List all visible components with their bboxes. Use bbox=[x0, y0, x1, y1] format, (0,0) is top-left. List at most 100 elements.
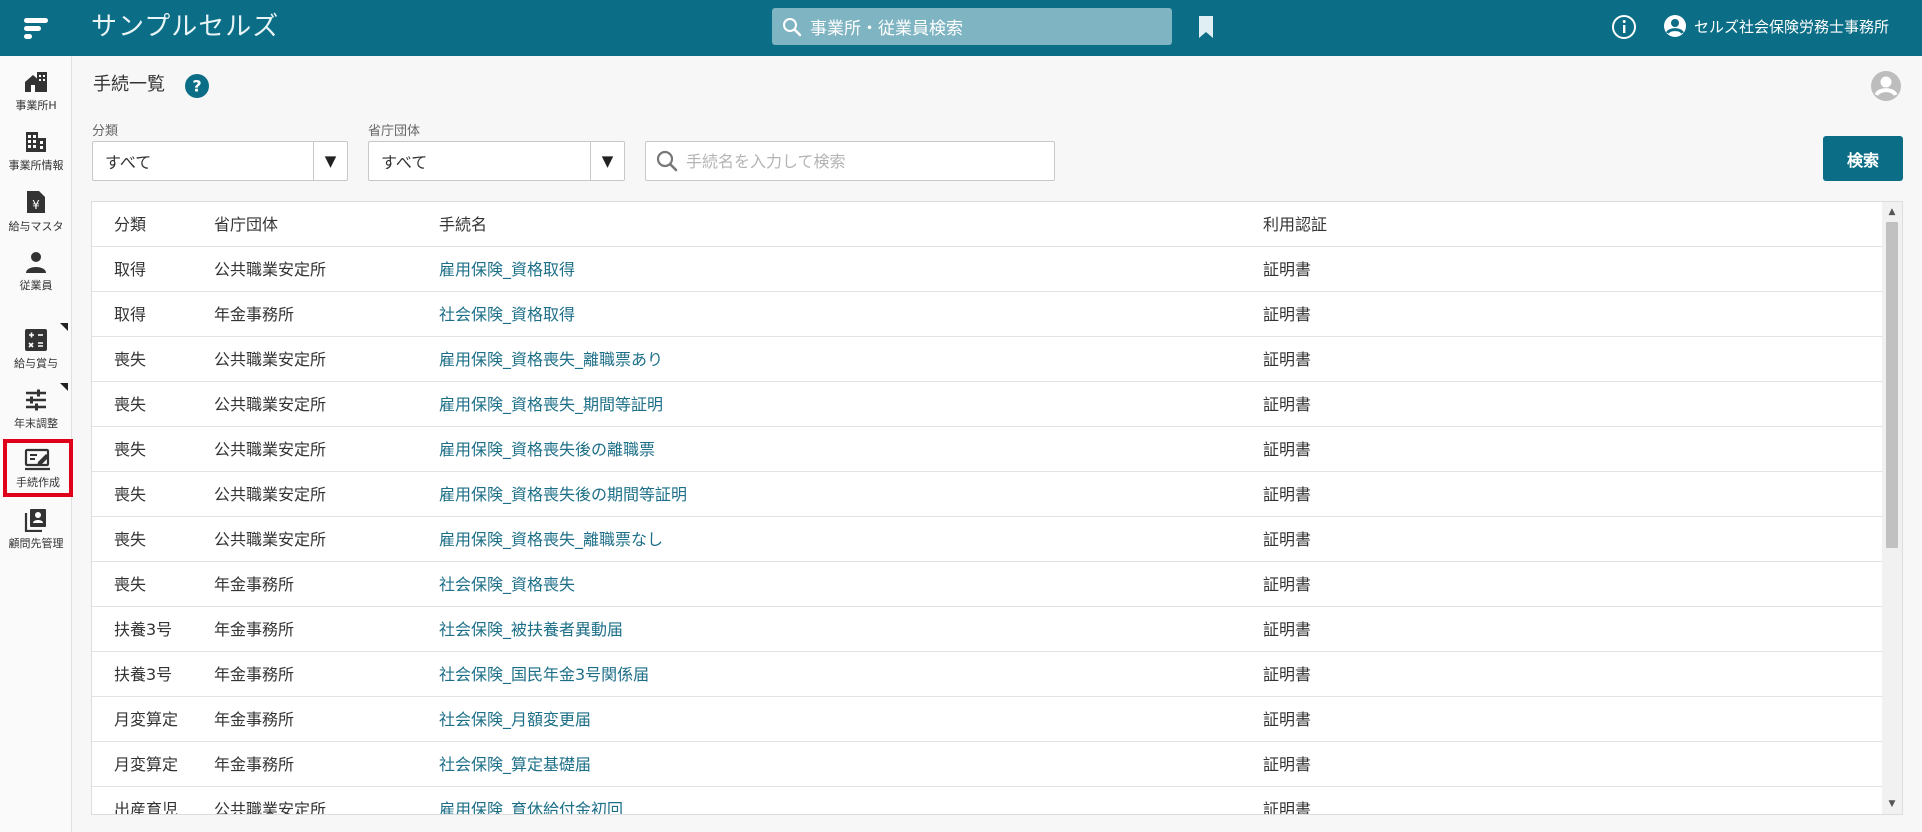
submenu-indicator bbox=[60, 383, 68, 391]
cell-agency: 公共職業安定所 bbox=[214, 350, 327, 369]
user-menu[interactable]: セルズ社会保険労務士事務所 bbox=[1663, 14, 1889, 38]
category-select[interactable]: すべて ▼ bbox=[92, 141, 348, 181]
table-row[interactable]: 喪失 公共職業安定所 雇用保険_資格喪失_期間等証明 証明書 bbox=[92, 382, 1882, 427]
table-row[interactable]: 喪失 年金事務所 社会保険_資格喪失 証明書 bbox=[92, 562, 1882, 607]
sidebar-item-office-home[interactable]: 事業所H bbox=[0, 62, 72, 120]
sliders-icon bbox=[26, 389, 46, 410]
cell-authentication: 証明書 bbox=[1263, 620, 1312, 639]
procedure-link[interactable]: 雇用保険_資格喪失_離職票なし bbox=[439, 530, 663, 550]
cell-authentication: 証明書 bbox=[1263, 440, 1312, 459]
bookmark-icon[interactable] bbox=[1196, 14, 1216, 44]
dropdown-arrow-icon[interactable]: ▼ bbox=[590, 142, 624, 180]
cell-category: 喪失 bbox=[114, 485, 147, 504]
table-row[interactable]: 月変算定 年金事務所 社会保険_算定基礎届 証明書 bbox=[92, 742, 1882, 787]
cell-agency: 公共職業安定所 bbox=[214, 800, 327, 815]
sidebar-item-office-info[interactable]: 事業所情報 bbox=[0, 122, 72, 180]
cell-authentication: 証明書 bbox=[1263, 575, 1312, 594]
cell-category: 喪失 bbox=[114, 350, 147, 369]
table-scrollbar[interactable]: ▲ ▼ bbox=[1882, 202, 1902, 814]
agency-filter-label: 省庁団体 bbox=[368, 124, 421, 139]
sidebar-item-payroll-master[interactable]: ¥ 給与マスタ bbox=[0, 182, 72, 240]
dropdown-arrow-icon[interactable]: ▼ bbox=[313, 142, 347, 180]
procedure-link[interactable]: 社会保険_被扶養者異動届 bbox=[439, 620, 623, 640]
cell-agency: 年金事務所 bbox=[214, 710, 295, 729]
global-search-input[interactable]: 事業所・従業員検索 bbox=[772, 8, 1172, 45]
sidebar-item-employees[interactable]: 従業員 bbox=[0, 242, 72, 300]
procedure-table: 分類 省庁団体 手続名 利用認証 取得 公共職業安定所 雇用保険_資格取得 証明書 取得… bbox=[91, 201, 1903, 815]
procedure-link[interactable]: 雇用保険_資格取得 bbox=[439, 260, 575, 280]
sidebar-item-label: 従業員 bbox=[19, 278, 53, 292]
cell-authentication: 証明書 bbox=[1263, 710, 1312, 729]
table-row[interactable]: 取得 公共職業安定所 雇用保険_資格取得 証明書 bbox=[92, 247, 1882, 292]
cell-agency: 年金事務所 bbox=[214, 620, 295, 639]
office-name: セルズ社会保険労務士事務所 bbox=[1694, 17, 1890, 36]
agency-select-value: すべて bbox=[381, 153, 428, 172]
cell-authentication: 証明書 bbox=[1263, 485, 1312, 504]
table-row[interactable]: 月変算定 年金事務所 社会保険_月額変更届 証明書 bbox=[92, 697, 1882, 742]
procedure-link[interactable]: 雇用保険_資格喪失_期間等証明 bbox=[439, 395, 663, 415]
procedure-link[interactable]: 雇用保険_育休給付金初回 bbox=[439, 800, 623, 814]
cell-category: 扶養3号 bbox=[114, 620, 173, 639]
sidebar-item-label: 給与賞与 bbox=[14, 356, 58, 370]
cell-category: 喪失 bbox=[114, 530, 147, 549]
table-row[interactable]: 取得 年金事務所 社会保険_資格取得 証明書 bbox=[92, 292, 1882, 337]
help-icon[interactable]: ? bbox=[185, 74, 209, 102]
scrollbar-thumb[interactable] bbox=[1886, 222, 1898, 548]
procedure-link[interactable]: 雇用保険_資格喪失後の期間等証明 bbox=[439, 485, 687, 505]
procedure-link[interactable]: 社会保険_算定基礎届 bbox=[439, 755, 591, 775]
procedure-link[interactable]: 社会保険_月額変更届 bbox=[439, 710, 591, 730]
sidebar-item-label: 手続作成 bbox=[16, 475, 60, 489]
edit-form-icon bbox=[24, 448, 50, 470]
sidebar-item-payroll-bonus[interactable]: 給与賞与 bbox=[0, 320, 72, 378]
table-row[interactable]: 喪失 公共職業安定所 雇用保険_資格喪失後の期間等証明 証明書 bbox=[92, 472, 1882, 517]
search-button[interactable]: 検索 bbox=[1823, 136, 1903, 181]
payroll-doc-icon: ¥ bbox=[27, 190, 45, 213]
cell-category: 出産育児 bbox=[114, 800, 179, 815]
search-icon bbox=[656, 150, 678, 172]
cell-authentication: 証明書 bbox=[1263, 665, 1312, 684]
table-row[interactable]: 喪失 公共職業安定所 雇用保険_資格喪失_離職票あり 証明書 bbox=[92, 337, 1882, 382]
procedure-link[interactable]: 雇用保険_資格喪失_離職票あり bbox=[439, 350, 663, 370]
scroll-down-arrow-icon[interactable]: ▼ bbox=[1882, 796, 1902, 812]
app-logo[interactable] bbox=[0, 0, 72, 56]
cell-authentication: 証明書 bbox=[1263, 530, 1312, 549]
sidebar-item-procedure-create[interactable]: 手続作成 bbox=[3, 439, 73, 497]
cell-agency: 公共職業安定所 bbox=[214, 440, 327, 459]
procedure-search-field[interactable] bbox=[645, 141, 1055, 181]
cell-authentication: 証明書 bbox=[1263, 755, 1312, 774]
cell-agency: 年金事務所 bbox=[214, 755, 295, 774]
table-row[interactable]: 出産育児 公共職業安定所 雇用保険_育休給付金初回 証明書 bbox=[92, 787, 1882, 815]
logo-icon bbox=[24, 18, 48, 39]
sidebar-item-year-end[interactable]: 年末調整 bbox=[0, 380, 72, 438]
column-header-procedure-name[interactable]: 手続名 bbox=[439, 215, 487, 235]
cell-authentication: 証明書 bbox=[1263, 305, 1312, 324]
procedure-search-input[interactable] bbox=[686, 151, 1046, 171]
avatar[interactable] bbox=[1870, 70, 1902, 106]
sidebar-item-client-management[interactable]: 顧問先管理 bbox=[0, 500, 72, 558]
column-header-agency[interactable]: 省庁団体 bbox=[214, 215, 278, 235]
column-header-authentication[interactable]: 利用認証 bbox=[1263, 215, 1327, 235]
cell-agency: 年金事務所 bbox=[214, 665, 295, 684]
building-icon bbox=[26, 131, 46, 152]
cell-agency: 公共職業安定所 bbox=[214, 260, 327, 279]
procedure-link[interactable]: 雇用保険_資格喪失後の離職票 bbox=[439, 440, 655, 460]
table-row[interactable]: 扶養3号 年金事務所 社会保険_被扶養者異動届 証明書 bbox=[92, 607, 1882, 652]
table-row[interactable]: 喪失 公共職業安定所 雇用保険_資格喪失_離職票なし 証明書 bbox=[92, 517, 1882, 562]
cell-agency: 年金事務所 bbox=[214, 575, 295, 594]
sidebar-item-label: 年末調整 bbox=[14, 416, 58, 430]
cell-agency: 公共職業安定所 bbox=[214, 395, 327, 414]
top-bar: サンプルセルズ 事業所・従業員検索 セルズ社会保険労務士事務所 bbox=[0, 0, 1922, 56]
agency-select[interactable]: すべて ▼ bbox=[368, 141, 625, 181]
svg-text:?: ? bbox=[192, 77, 201, 96]
procedure-link[interactable]: 社会保険_資格取得 bbox=[439, 305, 575, 325]
table-row[interactable]: 喪失 公共職業安定所 雇用保険_資格喪失後の離職票 証明書 bbox=[92, 427, 1882, 472]
table-header-row: 分類 省庁団体 手続名 利用認証 bbox=[92, 202, 1882, 247]
person-icon bbox=[26, 251, 46, 273]
table-row[interactable]: 扶養3号 年金事務所 社会保険_国民年金3号関係届 証明書 bbox=[92, 652, 1882, 697]
procedure-link[interactable]: 社会保険_資格喪失 bbox=[439, 575, 575, 595]
procedure-link[interactable]: 社会保険_国民年金3号関係届 bbox=[439, 665, 649, 685]
contacts-icon bbox=[24, 508, 46, 532]
info-icon[interactable] bbox=[1611, 14, 1637, 44]
column-header-category[interactable]: 分類 bbox=[114, 215, 146, 235]
scroll-up-arrow-icon[interactable]: ▲ bbox=[1882, 204, 1902, 220]
